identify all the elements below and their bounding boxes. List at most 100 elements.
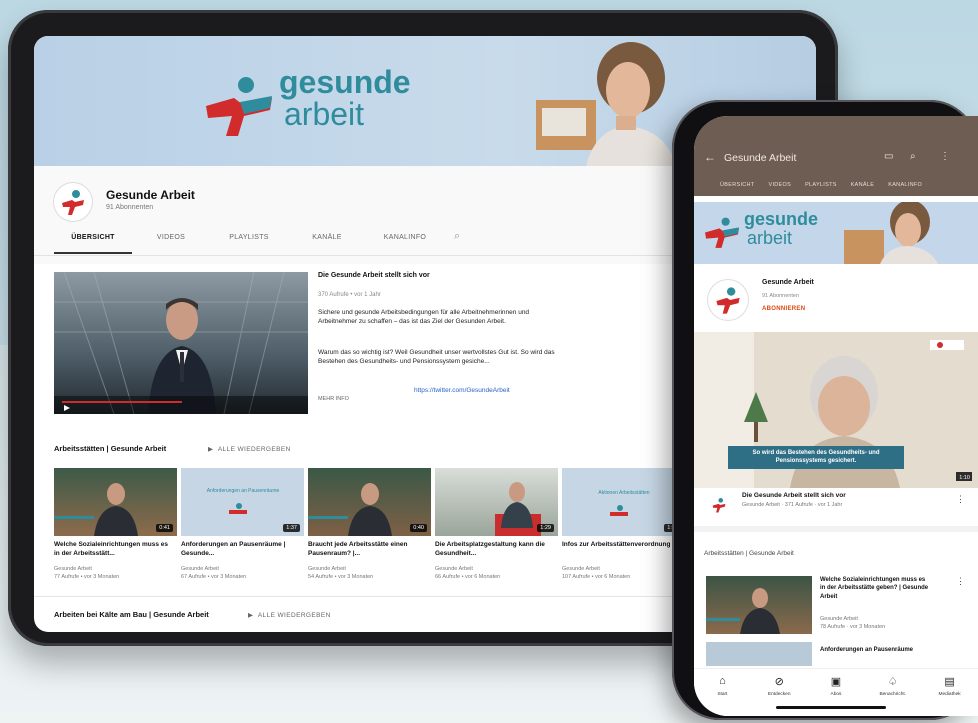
cast-icon[interactable]: ▭ [884, 151, 893, 162]
featured-video-title[interactable]: Die Gesunde Arbeit stellt sich vor [742, 492, 846, 499]
video-title[interactable]: Infos zur Arbeitsstättenverordnung |... [562, 541, 680, 550]
video-thumbnail[interactable]: 1:29 [435, 468, 558, 536]
video-thumbnail[interactable]: Aktionen Arbeitsstätten 1:18 [562, 468, 685, 536]
video-duration: 0:40 [410, 524, 427, 532]
playlist-row-title[interactable]: Arbeitsstätten | Gesunde Arbeit [54, 444, 166, 453]
tab-overview[interactable]: ÜBERSICHT [720, 182, 754, 188]
featured-video-meta: 370 Aufrufe • vor 1 Jahr [318, 292, 381, 298]
home-indicator[interactable] [776, 706, 886, 709]
app-bar-title: Gesunde Arbeit [724, 152, 797, 164]
video-duration: 1:10 [959, 475, 970, 481]
play-all-label: ALLE WIEDERGEBEN [217, 446, 291, 453]
channel-tabs: ÜBERSICHT VIDEOS PLAYLISTS KANÄLE KANALI… [54, 226, 460, 254]
play-all-button[interactable]: ▶ ALLE WIEDERGEBEN [208, 445, 291, 453]
tab-videos[interactable]: VIDEOS [132, 226, 210, 254]
video-subtitle-caption: So wird das Bestehen des Gesundheits- un… [728, 446, 904, 469]
channel-name: Gesunde Arbeit [762, 279, 814, 286]
video-channel[interactable]: Gesunde Arbeit [181, 566, 219, 572]
tab-videos[interactable]: VIDEOS [768, 182, 791, 188]
video-channel[interactable]: Gesunde Arbeit [54, 566, 92, 572]
video-title[interactable]: Welche Sozialeinrichtungen muss es in de… [54, 541, 172, 559]
video-thumbnail[interactable]: 0:41 [54, 468, 177, 536]
subscriptions-icon: ▣ [830, 676, 842, 688]
playlist-row-title[interactable]: Arbeiten bei Kälte am Bau | Gesunde Arbe… [54, 610, 209, 619]
library-icon: ▤ [944, 676, 955, 688]
nav-explore[interactable]: ⊘ Entdecken [755, 675, 803, 716]
avatar-logo-icon [716, 287, 740, 314]
thumbnail-person [706, 588, 780, 634]
play-all-button[interactable]: ▶ ALLE WIEDERGEBEN [248, 611, 331, 619]
featured-video-description-2: Warum das so wichtig ist? Weil Gesundhei… [318, 349, 555, 366]
video-thumbnail[interactable] [706, 642, 812, 666]
nav-library-label: Mediathek [938, 692, 961, 697]
nav-subscriptions[interactable]: ▣ Abos [812, 675, 860, 716]
tab-channels[interactable]: KANÄLE [288, 226, 366, 254]
brand-wordmark-line1: gesunde [279, 64, 411, 100]
featured-video-description-1: Sichere und gesunde Arbeitsbedingungen f… [318, 309, 530, 326]
video-title[interactable]: Anforderungen an Pausenräume [820, 647, 913, 653]
video-duration: 1:29 [537, 524, 554, 532]
featured-video-frame [54, 272, 308, 414]
video-thumbnail[interactable] [706, 576, 812, 634]
phone-channel-banner: gesunde arbeit [694, 202, 978, 264]
subscriber-count: 91 Abonnenten [106, 204, 154, 211]
more-info-link[interactable]: MEHR INFO [318, 396, 568, 404]
brand-wordmark-line2: arbeit [284, 96, 365, 132]
video-channel[interactable]: Gesunde Arbeit [562, 566, 600, 572]
subscriber-count: 91 Abonnenten [762, 293, 800, 299]
video-title[interactable]: Braucht jede Arbeitsstätte einen Pausenr… [308, 541, 426, 559]
tab-channels[interactable]: KANÄLE [851, 182, 875, 188]
channel-name[interactable]: Gesunde Arbeit [106, 188, 195, 202]
video-thumbnail[interactable]: 0:40 [308, 468, 431, 536]
subscribe-button[interactable]: ABONNIEREN [762, 306, 805, 312]
video-meta: 66 Aufrufe • vor 6 Monaten [435, 574, 501, 580]
nav-subscriptions-label: Abos [830, 692, 842, 697]
tab-about[interactable]: KANALINFO [888, 182, 922, 188]
more-vert-icon[interactable]: ⋮ [956, 494, 965, 505]
video-thumbnail[interactable]: Anforderungen an Pausenräume 1:37 [181, 468, 304, 536]
explore-icon: ⊘ [774, 676, 784, 688]
video-title[interactable]: Die Arbeitsplatzgestaltung kann die Gesu… [435, 541, 553, 559]
featured-video-player[interactable] [54, 272, 308, 414]
video-duration: 1:37 [283, 524, 300, 532]
video-meta: 67 Aufrufe • vor 3 Monaten [181, 574, 247, 580]
nav-library[interactable]: ▤ Mediathek [926, 675, 974, 716]
video-title[interactable]: Anforderungen an Pausenräume | Gesunde..… [181, 541, 299, 559]
play-all-label: ALLE WIEDERGEBEN [257, 612, 331, 619]
nav-home-label: Start [717, 692, 728, 697]
tab-overview[interactable]: ÜBERSICHT [54, 226, 132, 254]
brand-wordmark-line2: arbeit [747, 228, 793, 248]
more-vert-icon[interactable]: ⋮ [956, 576, 965, 587]
gesunde-arbeit-logo-icon [705, 217, 739, 248]
tab-about[interactable]: KANALINFO [366, 226, 444, 254]
nav-notifications[interactable]: ♤ Benachricht. [869, 675, 917, 716]
video-meta: 78 Aufrufe · vor 3 Monaten [820, 624, 886, 630]
nav-explore-label: Entdecken [767, 692, 791, 697]
avatar-logo-icon [62, 190, 84, 215]
featured-video-title[interactable]: Die Gesunde Arbeit stellt sich vor [318, 272, 430, 279]
more-vert-icon[interactable]: ⋮ [940, 151, 950, 162]
phone-channel-tabs: ÜBERSICHT VIDEOS PLAYLISTS KANÄLE KANALI… [720, 182, 922, 188]
back-arrow-icon[interactable]: ← [704, 150, 716, 164]
channel-avatar[interactable] [708, 280, 748, 320]
playlist-row-title[interactable]: Arbeitsstätten | Gesunde Arbeit [704, 550, 794, 557]
featured-video-link[interactable]: https://twitter.com/GesundeArbeit [414, 386, 574, 395]
video-duration: 0:41 [156, 524, 173, 532]
video-channel[interactable]: Gesunde Arbeit [820, 616, 858, 622]
channel-mini-logo-icon [712, 498, 726, 513]
bell-icon: ♤ [887, 676, 898, 688]
banner-person-image [844, 202, 938, 264]
tab-playlists[interactable]: PLAYLISTS [210, 226, 288, 254]
nav-home[interactable]: ⌂ Start [698, 675, 746, 716]
video-channel[interactable]: Gesunde Arbeit [308, 566, 346, 572]
home-icon: ⌂ [719, 675, 726, 687]
video-title[interactable]: Welche Sozialeinrichtungen muss es in de… [820, 576, 930, 601]
search-icon[interactable]: ⌕ [444, 226, 460, 254]
channel-avatar[interactable] [54, 183, 92, 221]
nav-notifications-label: Benachricht. [879, 692, 907, 697]
search-icon[interactable]: ⌕ [910, 151, 916, 162]
video-channel[interactable]: Gesunde Arbeit [435, 566, 473, 572]
tab-playlists[interactable]: PLAYLISTS [805, 182, 837, 188]
video-meta: 54 Aufrufe • vor 3 Monaten [308, 574, 374, 580]
video-meta: 77 Aufrufe • vor 3 Monaten [54, 574, 120, 580]
